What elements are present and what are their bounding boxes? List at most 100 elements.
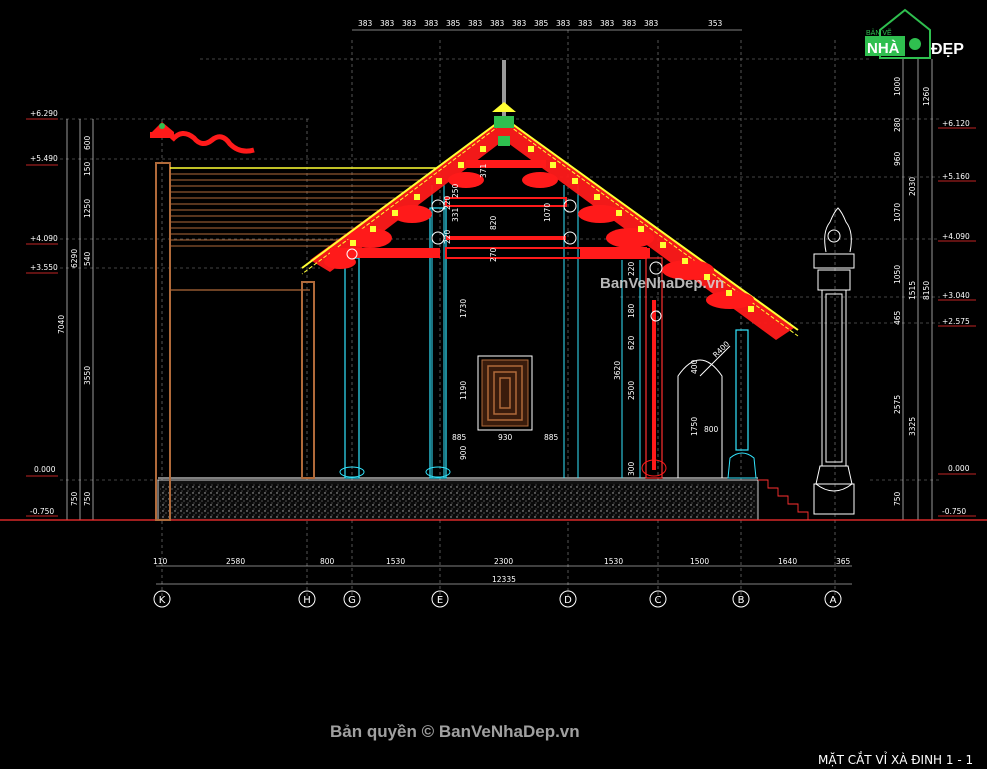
top-dim: 383 [490, 19, 505, 28]
right-dim: 960 [893, 151, 902, 166]
level-label: +5.490 [30, 154, 58, 163]
bottom-dim: 1530 [386, 557, 405, 566]
watermark-mid: BanVeNhaDep.vn [600, 275, 724, 292]
right-dim: 2575 [893, 395, 902, 414]
level-label: +6.120 [942, 119, 970, 128]
inner-dim: 930 [498, 433, 513, 442]
bottom-dim: 110 [153, 557, 168, 566]
right-dim: 280 [893, 117, 902, 132]
bottom-total: 12335 [492, 575, 516, 584]
left-dimension-labels: 600 150 1250 540 3550 750 6290 7040 750 [57, 135, 92, 506]
gate-pillar [813, 207, 855, 515]
inner-dim: 900 [459, 445, 468, 460]
level-label: +6.290 [30, 109, 58, 118]
right-level-labels: +6.120 +5.160 +4.090 +3.040 +2.575 0.000… [942, 119, 970, 516]
right-dim: 1260 [922, 87, 931, 106]
left-level-labels: +6.290 +5.490 +4.090 +3.550 0.000 -0.750 [30, 109, 58, 516]
axis-label-g: G [348, 595, 356, 606]
top-dim: 383 [358, 19, 373, 28]
inner-dim: 2500 [627, 381, 636, 400]
inner-dim: 371 [479, 163, 488, 178]
right-dim: 1050 [893, 265, 902, 284]
section-drawing: 383 383 383 383 385 383 383 383 385 383 … [0, 8, 987, 767]
bottom-dim: 800 [320, 557, 335, 566]
inner-dim: 220 [627, 261, 636, 276]
left-dim: 6290 [70, 249, 79, 268]
level-label: +4.090 [30, 234, 58, 243]
axis-label-a: A [830, 595, 837, 606]
right-dim: 1000 [893, 77, 902, 96]
logo-nha-text: NHÀ [867, 40, 900, 57]
inner-dim: 220 [443, 229, 452, 244]
logo-dep-text: ĐẸP [931, 41, 964, 58]
axis-label-k: K [159, 595, 166, 606]
level-label: +2.575 [942, 317, 970, 326]
top-dim: 383 [600, 19, 615, 28]
left-level-markers [26, 118, 58, 517]
left-dim: 540 [83, 251, 92, 266]
top-dim: 383 [424, 19, 439, 28]
logo-small-text: BẢN VẼ [866, 28, 892, 37]
right-dim: 8150 [922, 281, 931, 300]
left-dim: 3550 [83, 366, 92, 385]
inner-dim: 400 [690, 359, 699, 374]
inner-dim: 620 [627, 335, 636, 350]
top-dim: 383 [578, 19, 593, 28]
inner-dim: 1730 [459, 299, 468, 318]
top-dim: 383 [402, 19, 417, 28]
level-label: +4.090 [942, 232, 970, 241]
left-dim: 750 [70, 491, 79, 506]
top-dim: 353 [708, 19, 723, 28]
right-dim: 2030 [908, 177, 917, 196]
inner-dim: 1750 [690, 417, 699, 436]
left-dim: 1250 [83, 199, 92, 218]
level-label: -0.750 [942, 507, 966, 516]
level-label: 0.000 [34, 465, 56, 474]
right-dim: 750 [893, 491, 902, 506]
inner-dim: 331 [451, 207, 460, 222]
left-dim: 750 [83, 491, 92, 506]
level-label: +3.040 [942, 291, 970, 300]
arched-door [677, 345, 731, 478]
bottom-dim: 365 [836, 557, 851, 566]
top-dim: 383 [468, 19, 483, 28]
bottom-dim: 1530 [604, 557, 623, 566]
left-dim: 600 [83, 135, 92, 150]
top-dim: 385 [534, 19, 549, 28]
entrance-steps [758, 479, 809, 520]
left-wall [155, 162, 310, 521]
level-label: +3.550 [30, 263, 58, 272]
axis-label-h: H [303, 595, 311, 606]
top-dim: 383 [556, 19, 571, 28]
left-dim: 7040 [57, 315, 66, 334]
bottom-dim: 2580 [226, 557, 245, 566]
top-dimension-labels: 383 383 383 383 385 383 383 383 385 383 … [358, 19, 723, 28]
inner-dim: 180 [627, 303, 636, 318]
right-dim: 465 [893, 310, 902, 325]
top-dim: 383 [512, 19, 527, 28]
inner-dim: 300 [627, 461, 636, 476]
inner-dim: 1070 [543, 203, 552, 222]
site-logo: BẢN VẼ NHÀ ĐẸP [865, 8, 964, 59]
axis-label-c: C [655, 595, 662, 606]
bottom-dimension-labels: 110 2580 800 1530 2300 1530 1500 1640 36… [153, 557, 851, 584]
left-ridge-ornament [150, 122, 255, 154]
inner-dim: R400 [711, 339, 731, 359]
axis-label-b: B [738, 595, 745, 606]
inner-dim: 885 [452, 433, 467, 442]
bottom-dim: 2300 [494, 557, 513, 566]
bottom-dim: 1640 [778, 557, 797, 566]
bottom-dim: 1500 [690, 557, 709, 566]
axis-label-e: E [437, 595, 443, 606]
inner-dim: 3620 [613, 361, 622, 380]
drawing-title: MẶT CẮT VỈ XÀ ĐINH 1 - 1 [818, 751, 973, 767]
column-bases [339, 452, 757, 479]
inner-dim: 885 [544, 433, 559, 442]
top-dim: 383 [622, 19, 637, 28]
axis-label-d: D [564, 595, 572, 606]
inner-dim: 820 [489, 215, 498, 230]
top-dim: 383 [644, 19, 659, 28]
right-dim: 1515 [908, 281, 917, 300]
lattice-window [477, 355, 533, 431]
level-label: 0.000 [948, 464, 970, 473]
